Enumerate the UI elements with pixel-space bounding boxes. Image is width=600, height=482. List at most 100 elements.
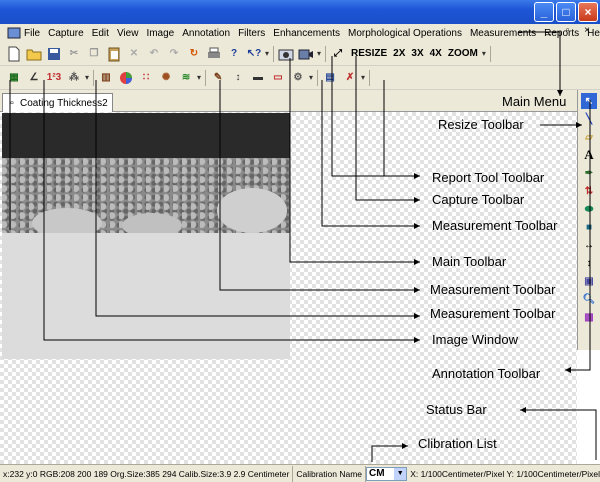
calibration-value: CM (369, 468, 385, 479)
refresh-icon[interactable]: ↻ (186, 46, 202, 62)
tab-coating-thickness2[interactable]: ▫ Coating Thickness2 (2, 93, 113, 112)
zoom-4x-button[interactable]: 4X (430, 48, 442, 59)
open-folder-icon[interactable] (26, 46, 42, 62)
status-bar: x:232 y:0 RGB:208 200 189 Org.Size:385 2… (0, 464, 600, 482)
particle-icon[interactable]: ⁂ (66, 70, 82, 86)
zoom-button[interactable]: ZOOM (448, 48, 478, 59)
callout-measurement-toolbar-3: Measurement Toolbar (430, 306, 556, 321)
eraser-icon[interactable]: ▱ (581, 129, 597, 145)
resize-button[interactable]: RESIZE (351, 48, 387, 59)
count-icon[interactable]: 1²3 (46, 70, 62, 86)
measurement-toolbar-3: ▦ ∠ 1²3 ⁂ ▾ (4, 69, 95, 86)
status-info: x:232 y:0 RGB:208 200 189 Org.Size:385 2… (0, 465, 294, 482)
phase-icon[interactable]: ✺ (158, 70, 174, 86)
dots-icon[interactable]: ∷ (138, 70, 154, 86)
texture-icon[interactable]: ≋ (178, 70, 194, 86)
report-tool-toolbar: ▤ ✗ ▾ (320, 69, 371, 86)
toolbar-chevron-icon[interactable]: ▾ (265, 49, 269, 58)
zoom-3x-button[interactable]: 3X (411, 48, 423, 59)
delete-icon[interactable]: ✕ (126, 46, 142, 62)
menu-view[interactable]: View (117, 28, 139, 39)
vertical-dimension-icon[interactable]: ↕ (581, 255, 597, 271)
brush-icon[interactable]: ✎ (210, 70, 226, 86)
rectangle-tool-icon[interactable]: ■ (581, 219, 597, 235)
title-bar: _ □ × (0, 0, 600, 24)
menu-measurements[interactable]: Measurements (470, 28, 536, 39)
callout-resize-toolbar: Resize Toolbar (438, 117, 524, 132)
save-icon[interactable] (46, 46, 62, 62)
print-icon[interactable] (206, 46, 222, 62)
help-icon[interactable]: ? (226, 46, 242, 62)
angle-measure-icon[interactable]: ∠ (26, 70, 42, 86)
line-tool-icon[interactable]: ╲ (581, 111, 597, 127)
pointer-icon[interactable]: ↖ (581, 93, 597, 109)
cut-icon[interactable]: ✂ (66, 46, 82, 62)
maximize-button[interactable]: □ (556, 2, 576, 22)
pen-tool-icon[interactable]: ✒ (581, 165, 597, 181)
minimize-button[interactable]: _ (534, 2, 554, 22)
callout-status-bar: Status Bar (426, 402, 487, 417)
zoom-2x-button[interactable]: 2X (393, 48, 405, 59)
callout-main-menu: Main Menu (502, 94, 567, 109)
resize-icon[interactable]: ⤢ (330, 46, 346, 62)
menu-image[interactable]: Image (146, 28, 174, 39)
scale-bar-icon[interactable]: ▭ (270, 70, 286, 86)
menu-capture[interactable]: Capture (48, 28, 84, 39)
camera-icon[interactable] (278, 46, 294, 62)
callout-capture-toolbar: Capture Toolbar (432, 192, 525, 207)
pixel-info: X: 1/100Centimeter/Pixel Y: 1/100Centime… (410, 468, 600, 479)
close-button[interactable]: × (578, 2, 598, 22)
grid-measure-icon[interactable]: ▦ (6, 70, 22, 86)
horizontal-dimension-icon[interactable]: ↔ (581, 237, 597, 253)
report-icon[interactable]: ▤ (322, 70, 338, 86)
redo-icon[interactable]: ↷ (166, 46, 182, 62)
callout-calibration-list: Clibration List (418, 436, 497, 451)
arrow-tool-icon[interactable]: ⇅ (581, 183, 597, 199)
toolbar-chevron-icon[interactable]: ▾ (309, 73, 313, 82)
context-help-icon[interactable]: ↖? (246, 46, 262, 62)
micrograph-image[interactable] (2, 113, 290, 359)
app-icon (6, 25, 22, 41)
color-palette-icon[interactable]: ▩ (581, 309, 597, 325)
books-icon[interactable]: ▥ (98, 70, 114, 86)
callout-main-toolbar: Main Toolbar (432, 254, 507, 269)
toolbar-chevron-icon[interactable]: ▾ (361, 73, 365, 82)
resize-toolbar: ⤢ RESIZE 2X 3X 4X ZOOM ▾ (328, 45, 491, 62)
menu-morphological-operations[interactable]: Morphological Operations (348, 28, 462, 39)
menu-edit[interactable]: Edit (92, 28, 109, 39)
document-icon: ▫ (10, 97, 14, 109)
layer-icon[interactable]: ▬ (250, 70, 266, 86)
video-capture-icon[interactable] (298, 46, 314, 62)
toolbar-row-1: ✂ ❐ ✕ ↶ ↷ ↻ ? ↖? ▾ ▾ ⤢ RESIZE 2X 3X 4X Z… (0, 42, 600, 66)
measurement-toolbar-1: ✎ ↕ ▬ ▭ ⚙ ▾ (208, 69, 319, 86)
main-toolbar: ✂ ❐ ✕ ↶ ↷ ↻ ? ↖? ▾ (4, 45, 275, 62)
menu-annotation[interactable]: Annotation (182, 28, 230, 39)
toolbar-chevron-icon[interactable]: ▾ (482, 49, 486, 58)
copy-icon[interactable]: ❐ (86, 46, 102, 62)
annotation-toolbar: ↖ ╲ ▱ A ✒ ⇅ ⬬ ■ ↔ ↕ ▣ 🔍︎ ▩ (577, 90, 600, 350)
text-tool-icon[interactable]: A (581, 147, 597, 163)
toolbar-chevron-icon[interactable]: ▾ (85, 73, 89, 82)
chevron-down-icon[interactable]: ▼ (394, 467, 407, 480)
toolbar-chevron-icon[interactable]: ▾ (317, 49, 321, 58)
gear-measure-icon[interactable]: ⚙ (290, 70, 306, 86)
paste-icon[interactable] (106, 46, 122, 62)
menu-enhancements[interactable]: Enhancements (273, 28, 340, 39)
thickness-icon[interactable]: ↕ (230, 70, 246, 86)
toolbar-chevron-icon[interactable]: ▾ (197, 73, 201, 82)
main-menu: File Capture Edit View Image Annotation … (0, 24, 600, 42)
image-stamp-icon[interactable]: ▣ (581, 273, 597, 289)
report-delete-icon[interactable]: ✗ (342, 70, 358, 86)
calibration-list-select[interactable]: CM ▼ (366, 466, 408, 481)
callout-image-window: Image Window (432, 332, 518, 347)
calibration-name-label: Calibration Name (293, 465, 367, 482)
undo-icon[interactable]: ↶ (146, 46, 162, 62)
child-window-controls[interactable]: _ ▫ × (545, 25, 596, 36)
ellipse-tool-icon[interactable]: ⬬ (581, 201, 597, 217)
menu-filters[interactable]: Filters (238, 28, 265, 39)
new-file-icon[interactable] (6, 46, 22, 62)
document-tab-strip: ▫ Coating Thickness2 (0, 90, 577, 112)
magnifier-icon[interactable]: 🔍︎ (581, 291, 597, 307)
color-wheel-icon[interactable] (118, 70, 134, 86)
menu-file[interactable]: File (24, 28, 40, 39)
